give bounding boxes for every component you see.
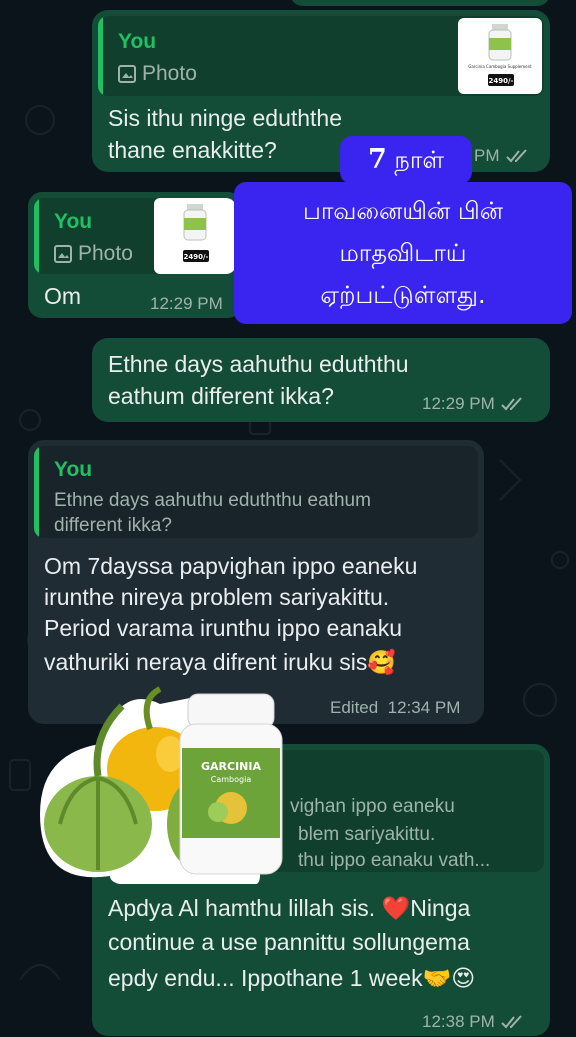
time-text: PM xyxy=(474,146,500,165)
quoted-text-reply[interactable]: You Ethne days aahuthu eduththu eathum d… xyxy=(34,446,478,538)
prev-message-edge xyxy=(290,0,550,6)
quote-text-line1: vighan ippo eaneku xyxy=(290,796,455,817)
overlay-day-word: நாள் xyxy=(394,146,445,174)
jar-sub: Cambogia xyxy=(211,775,252,784)
quote-photo-label: Photo xyxy=(118,62,197,86)
quote-text: Ethne days aahuthu eduththu eathum diffe… xyxy=(54,490,371,536)
quote-photo-text: Photo xyxy=(78,242,133,265)
message-text: Ethne days aahuthu eduththu eathum diffe… xyxy=(108,351,409,409)
overlay-caption-line1: 7 நாள் xyxy=(340,136,472,184)
message-time: 12:29 PM xyxy=(422,394,525,414)
jar-brand: GARCINIA xyxy=(201,760,261,773)
overlay-line3: மாதவிடாய் xyxy=(339,239,467,267)
message-text-line3: Period varama irunthu ippo eanaku xyxy=(44,615,403,641)
garcinia-product-sticker: GARCINIA Cambogia xyxy=(40,686,283,884)
quote-photo-text: Photo xyxy=(142,62,197,85)
overlay-caption-body: பாவனையின் பின் மாதவிடாய் ஏற்பட்டுள்ளது. xyxy=(234,182,572,324)
photo-icon xyxy=(118,65,136,83)
quoted-photo-reply[interactable]: You Photo 2490/- xyxy=(34,198,236,274)
message-bubble-outgoing-1[interactable]: You Photo Garcinia Cambogia Supplement 2… xyxy=(92,10,550,172)
quote-photo-label: Photo xyxy=(54,242,133,266)
message-text-line2: continue a use pannittu sollungema xyxy=(108,929,470,955)
message-bubble-incoming-1[interactable]: You Ethne days aahuthu eduththu eathum d… xyxy=(28,440,484,724)
quote-text-line3: thu ippo eanaku vath... xyxy=(298,850,491,871)
message-text: Om xyxy=(44,283,82,309)
time-text: 12:38 PM xyxy=(422,1012,495,1031)
message-time-partial: PM xyxy=(474,146,530,166)
message-time: 12:29 PM xyxy=(150,294,223,313)
quote-accent-bar xyxy=(98,16,103,96)
message-edited-time: Edited 12:34 PM xyxy=(330,698,461,717)
photo-icon xyxy=(54,245,72,263)
message-bubble-outgoing-2[interactable]: You Photo 2490/- Om 12:29 PM xyxy=(28,192,242,318)
quote-sender-name: You xyxy=(118,30,157,53)
message-text-line1: Apdya Al hamthu lillah sis. ❤️Ninga xyxy=(108,895,471,921)
message-time: 12:38 PM xyxy=(422,1012,525,1032)
double-check-icon xyxy=(501,1015,522,1029)
quote-accent-bar xyxy=(34,198,39,274)
overlay-line2: பாவனையின் பின் xyxy=(302,197,504,225)
overlay-number: 7 xyxy=(367,144,387,175)
supplement-bottle-image: 2490/- xyxy=(183,204,209,262)
product-photo-thumbnail[interactable]: Garcinia Cambogia Supplement 2490/- xyxy=(458,18,542,94)
thumb-label: Garcinia Cambogia Supplement xyxy=(468,64,532,69)
supplement-jar-lid xyxy=(187,693,275,729)
quote-accent-bar xyxy=(34,446,39,538)
message-text-line2: irunthe nireya problem sariyakittu. xyxy=(44,584,390,610)
message-text-line1: Om 7dayssa papvighan ippo eaneku xyxy=(44,553,418,579)
quote-sender-name: You xyxy=(54,458,93,481)
message-bubble-outgoing-3[interactable]: Ethne days aahuthu eduththu eathum diffe… xyxy=(92,338,550,422)
supplement-bottle-image: Garcinia Cambogia Supplement 2490/- xyxy=(468,24,532,86)
message-text-line4: vathuriki neraya difrent iruku sis🥰 xyxy=(44,649,397,675)
product-photo-thumbnail[interactable]: 2490/- xyxy=(154,198,236,274)
double-check-icon xyxy=(501,397,522,411)
quote-text-line2: blem sariyakittu. xyxy=(298,824,436,845)
overlay-line4: ஏற்பட்டுள்ளது. xyxy=(320,281,486,309)
quote-sender-name: You xyxy=(54,210,93,233)
quoted-photo-reply[interactable]: You Photo Garcinia Cambogia Supplement 2… xyxy=(98,16,544,96)
message-text-line3: epdy endu... Ippothane 1 week🤝😍 xyxy=(108,965,476,991)
thumb-price: 2490/- xyxy=(184,253,209,261)
time-text: 12:29 PM xyxy=(422,394,495,413)
thumb-price: 2490/- xyxy=(489,77,514,85)
double-check-icon xyxy=(505,149,527,163)
